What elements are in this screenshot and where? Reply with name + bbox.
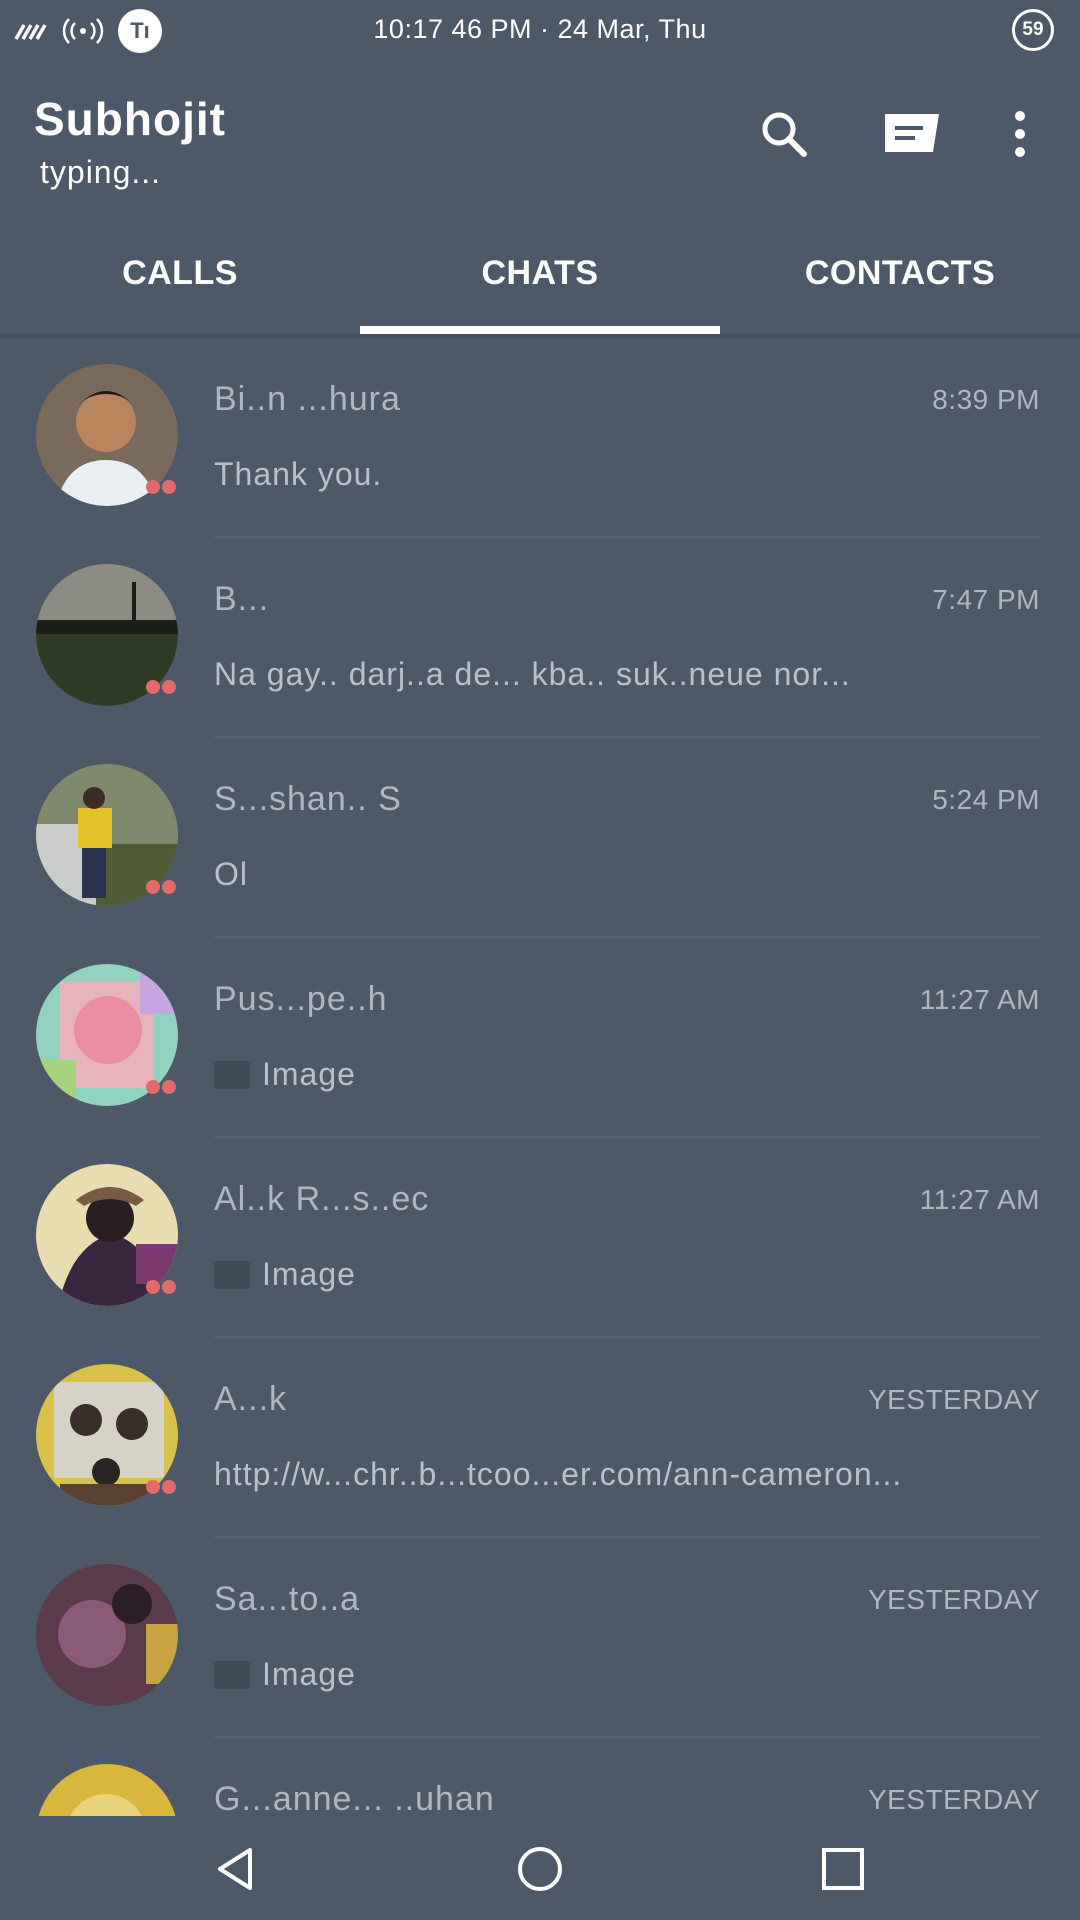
more-vert-icon — [1015, 111, 1025, 157]
chat-row[interactable]: S...shan.. S 5:24 PM Ol — [0, 738, 1080, 938]
recents-button[interactable] — [808, 1834, 878, 1904]
chat-time: YESTERDAY — [867, 1584, 1040, 1615]
chat-row[interactable]: Pus...pe..h 11:27 AM Image — [0, 938, 1080, 1138]
status-dots — [146, 1080, 176, 1094]
chat-row[interactable]: B... 7:47 PM Na gay.. darj..a de... kba.… — [0, 538, 1080, 738]
back-icon — [218, 1848, 252, 1890]
header-title: Subhojit — [34, 93, 226, 145]
avatar[interactable] — [36, 1564, 178, 1706]
chat-preview: http://w...chr..b...tcoo...er.com/ann-ca… — [214, 1456, 902, 1493]
status-bar: Tı 10:17 46 PM · 24 Mar, Thu 59 — [0, 0, 1080, 62]
status-time: 10:17 46 PM · 24 Mar, Thu — [373, 14, 707, 44]
chat-time: 8:39 PM — [932, 384, 1040, 415]
chat-time: YESTERDAY — [867, 1784, 1040, 1815]
search-icon — [762, 112, 807, 157]
tab-label: CALLS — [122, 253, 238, 292]
chat-row[interactable]: A...k YESTERDAY http://w...chr..b...tcoo… — [0, 1338, 1080, 1538]
tab-calls[interactable]: CALLS — [0, 212, 360, 334]
chat-preview: Image — [214, 1256, 356, 1293]
chat-time: 11:27 AM — [919, 1184, 1040, 1215]
search-button[interactable] — [752, 102, 816, 166]
home-button[interactable] — [505, 1834, 575, 1904]
new-chat-button[interactable] — [880, 102, 944, 166]
chat-list: Bi..n ...hura 8:39 PM Thank you. B... 7:… — [0, 338, 1080, 1816]
status-dots — [146, 480, 176, 494]
message-icon — [885, 114, 939, 152]
tab-active-indicator — [360, 326, 720, 334]
chat-preview: Image — [214, 1056, 356, 1093]
chat-name: Sa...to..a — [214, 1580, 361, 1618]
status-dots — [146, 680, 176, 694]
chat-preview-text: Image — [262, 1656, 356, 1692]
chat-time: 11:27 AM — [919, 984, 1040, 1015]
home-icon — [518, 1847, 562, 1891]
status-dots — [146, 1480, 176, 1494]
chat-row[interactable]: Bi..n ...hura 8:39 PM Thank you. — [0, 338, 1080, 538]
battery-icon: 59 — [1012, 9, 1054, 51]
header-subtitle: typing... — [40, 154, 162, 190]
chat-preview-text: Na gay.. darj..a de... kba.. suk..neue n… — [214, 656, 851, 692]
chat-name: Bi..n ...hura — [214, 380, 401, 418]
tab-contacts[interactable]: CONTACTS — [720, 212, 1080, 334]
camera-icon — [214, 1260, 250, 1289]
tab-chats[interactable]: CHATS — [360, 212, 720, 334]
chat-preview-text: Image — [262, 1256, 356, 1292]
chat-preview: Thank you. — [214, 456, 382, 493]
chat-row[interactable]: Al..k R...s..ec 11:27 AM Image — [0, 1138, 1080, 1338]
chat-preview: Ol — [214, 856, 248, 893]
chat-row[interactable]: Sa...to..a YESTERDAY Image — [0, 1538, 1080, 1738]
chat-preview-text: http://w...chr..b...tcoo...er.com/ann-ca… — [214, 1456, 903, 1492]
chat-name: A...k — [214, 1380, 288, 1418]
chat-time: 5:24 PM — [932, 784, 1040, 815]
more-options-button[interactable] — [988, 102, 1052, 166]
app-header: Subhojit typing... — [0, 62, 1080, 212]
chat-preview: Image — [214, 1656, 356, 1693]
chat-name: Pus...pe..h — [214, 980, 388, 1018]
chat-preview-text: Image — [262, 1056, 356, 1092]
recents-icon — [822, 1848, 864, 1890]
chat-preview-text: Thank you. — [214, 456, 383, 492]
image-icon — [214, 1060, 250, 1089]
chat-time: YESTERDAY — [867, 1384, 1040, 1415]
tab-label: CONTACTS — [804, 253, 996, 292]
chat-name: G...anne... ..uhan — [214, 1780, 495, 1816]
chat-preview: Na gay.. darj..a de... kba.. suk..neue n… — [214, 656, 851, 693]
chat-name: S...shan.. S — [214, 780, 402, 818]
chat-time: 7:47 PM — [932, 584, 1040, 615]
tab-label: CHATS — [481, 253, 599, 292]
chat-preview-text: Ol — [214, 856, 248, 892]
back-button[interactable] — [200, 1834, 270, 1904]
status-dots — [146, 1280, 176, 1294]
status-dots — [146, 880, 176, 894]
tab-bar: CALLS CHATS CONTACTS — [0, 212, 1080, 334]
avatar[interactable] — [36, 1764, 178, 1816]
image-icon — [214, 1660, 250, 1689]
chat-name: B... — [214, 580, 270, 618]
chat-row[interactable]: G...anne... ..uhan YESTERDAY — [0, 1738, 1080, 1816]
chat-name: Al..k R...s..ec — [214, 1180, 430, 1218]
navigation-bar — [0, 1816, 1080, 1920]
